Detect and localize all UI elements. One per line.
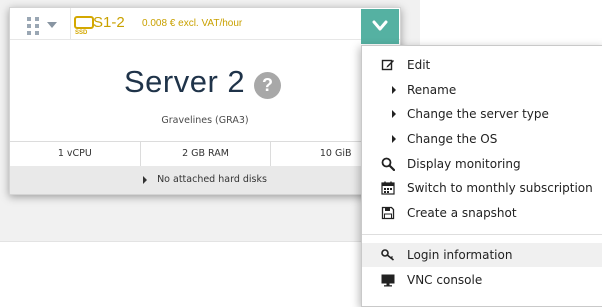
menu-divider [362, 234, 602, 235]
key-icon [381, 249, 394, 261]
help-icon[interactable]: ? [254, 72, 281, 99]
save-icon [381, 206, 395, 220]
server-name: Server 2 [124, 64, 246, 99]
menu-item-monthly-subscription[interactable]: Switch to monthly subscription [362, 176, 602, 200]
caret-right-icon [392, 135, 396, 143]
chevron-down-icon [372, 20, 388, 31]
menu-item-change-server-type[interactable]: Change the server type [362, 102, 602, 126]
actions-dropdown-menu: Edit Rename Change the server type Chang… [361, 45, 602, 307]
attached-disks-row[interactable]: No attached hard disks [10, 166, 400, 194]
caret-right-icon [143, 175, 148, 184]
calendar-icon [381, 181, 395, 195]
menu-item-display-monitoring[interactable]: Display monitoring [362, 152, 602, 176]
server-location: Gravelines (GRA3) [161, 115, 249, 126]
menu-item-change-os[interactable]: Change the OS [362, 127, 602, 151]
ssd-icon: SSD [74, 16, 94, 36]
menu-item-create-snapshot[interactable]: Create a snapshot [362, 201, 602, 225]
card-header: SSD S1-2 0.008 € excl. VAT/hour [10, 8, 400, 40]
menu-item-rename[interactable]: Rename [362, 78, 602, 102]
specs-row: 1 vCPU 2 GB RAM 10 GiB [10, 141, 400, 167]
spec-cpu: 1 vCPU [10, 142, 141, 166]
server-model: S1-2 [93, 14, 125, 31]
monitor-icon [381, 274, 395, 287]
edit-icon [381, 59, 394, 71]
drag-handle-icon[interactable] [27, 17, 39, 35]
disks-label: No attached hard disks [157, 174, 267, 185]
menu-item-vnc-console[interactable]: VNC console [362, 268, 602, 292]
actions-menu-button[interactable] [361, 9, 399, 44]
caret-right-icon [392, 86, 396, 94]
search-icon [381, 157, 395, 171]
header-divider [70, 8, 71, 39]
caret-right-icon [392, 110, 396, 118]
menu-item-login-information[interactable]: Login information [362, 243, 602, 267]
spec-ram: 2 GB RAM [141, 142, 272, 166]
collapse-caret-icon[interactable] [47, 22, 57, 28]
server-price: 0.008 € excl. VAT/hour [142, 18, 243, 29]
menu-item-edit[interactable]: Edit [362, 53, 602, 77]
server-card: SSD S1-2 0.008 € excl. VAT/hour Server 2… [9, 7, 401, 195]
